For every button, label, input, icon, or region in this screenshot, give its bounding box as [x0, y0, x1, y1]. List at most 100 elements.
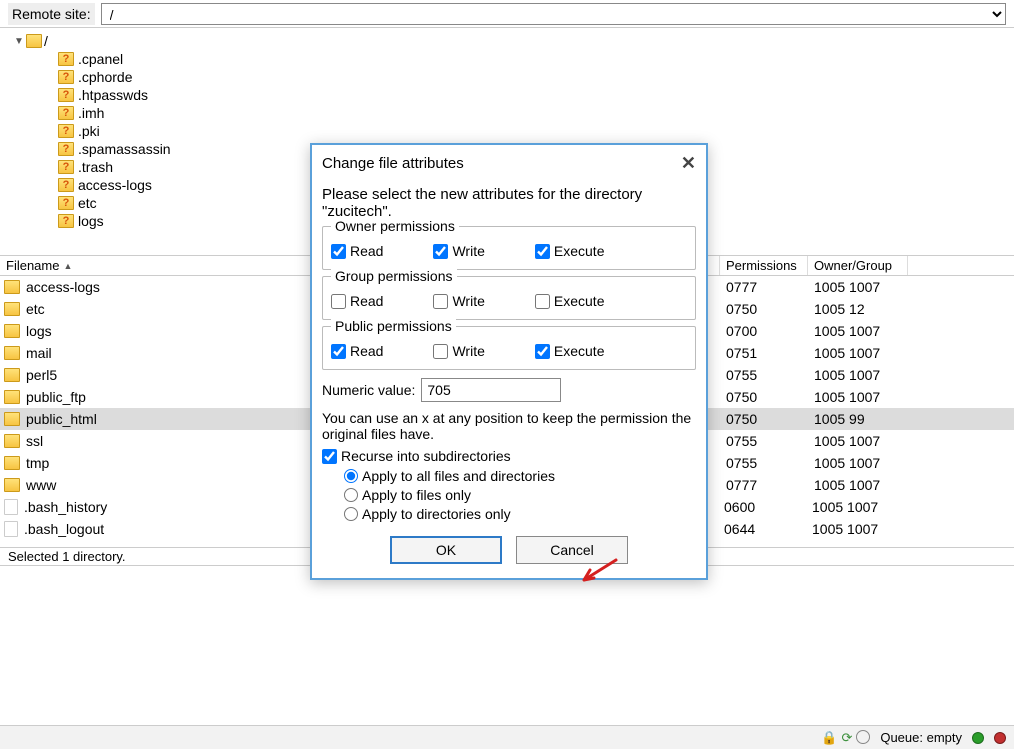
folder-icon: [4, 368, 20, 382]
cell-owner: 1005 1007: [814, 367, 914, 383]
unknown-folder-icon: [58, 142, 74, 156]
change-attributes-dialog: Change file attributes ✕ Please select t…: [310, 143, 708, 580]
dialog-title: Change file attributes: [322, 155, 464, 172]
recurse-checkbox[interactable]: Recurse into subdirectories: [322, 448, 696, 464]
folder-icon: [26, 34, 42, 48]
cell-owner: 1005 1007: [814, 279, 914, 295]
ok-button[interactable]: OK: [390, 536, 502, 564]
owner-execute-checkbox[interactable]: Execute: [535, 243, 605, 259]
file-icon: [4, 499, 18, 515]
unknown-folder-icon: [58, 106, 74, 120]
folder-icon: [4, 456, 20, 470]
owner-read-checkbox[interactable]: Read: [331, 243, 383, 259]
cell-owner: 1005 1007: [814, 345, 914, 361]
file-icon: [4, 521, 18, 537]
expander-icon[interactable]: ▼: [14, 36, 24, 47]
tree-item-label: .htpasswds: [78, 87, 148, 103]
tree-item-label: etc: [78, 195, 97, 211]
numeric-hint: You can use an x at any position to keep…: [322, 410, 696, 442]
cell-owner: 1005 1007: [812, 499, 912, 515]
cell-owner: 1005 1007: [812, 521, 912, 537]
unknown-folder-icon: [58, 88, 74, 102]
sort-asc-icon: ▲: [63, 261, 72, 271]
cell-owner: 1005 1007: [814, 433, 914, 449]
tree-item[interactable]: .imh: [14, 104, 1014, 122]
unknown-folder-icon: [58, 214, 74, 228]
group-write-checkbox[interactable]: Write: [433, 293, 484, 309]
folder-icon: [4, 390, 20, 404]
owner-permissions-group: Owner permissions Read Write Execute: [322, 226, 696, 270]
status-indicator-red: [994, 732, 1006, 744]
unknown-folder-icon: [58, 52, 74, 66]
cell-permissions: 0600: [724, 499, 812, 515]
folder-icon: [4, 412, 20, 426]
unknown-folder-icon: [58, 70, 74, 84]
public-read-checkbox[interactable]: Read: [331, 343, 383, 359]
public-execute-checkbox[interactable]: Execute: [535, 343, 605, 359]
folder-icon: [4, 324, 20, 338]
tree-root[interactable]: ▼ /: [14, 32, 1014, 50]
cell-permissions: 0777: [726, 477, 814, 493]
remote-site-label: Remote site:: [8, 3, 95, 25]
unknown-folder-icon: [58, 178, 74, 192]
cell-owner: 1005 12: [814, 301, 914, 317]
shield-icon: ⟳: [841, 730, 852, 746]
cell-owner: 1005 1007: [814, 477, 914, 493]
cell-permissions: 0755: [726, 433, 814, 449]
cell-permissions: 0700: [726, 323, 814, 339]
cell-permissions: 0755: [726, 455, 814, 471]
column-permissions[interactable]: Permissions: [720, 256, 808, 275]
remote-site-bar: Remote site: /: [0, 0, 1014, 28]
owner-write-checkbox[interactable]: Write: [433, 243, 484, 259]
cell-owner: 1005 1007: [814, 389, 914, 405]
tree-item-label: .imh: [78, 105, 104, 121]
tree-root-label: /: [44, 33, 48, 49]
dialog-intro: Please select the new attributes for the…: [322, 186, 696, 220]
public-write-checkbox[interactable]: Write: [433, 343, 484, 359]
tree-item[interactable]: .cpanel: [14, 50, 1014, 68]
status-bar: 🔒 ⟳ Queue: empty: [0, 725, 1014, 749]
cell-permissions: 0777: [726, 279, 814, 295]
queue-status: Queue: empty: [880, 730, 962, 745]
radio-apply-files[interactable]: Apply to files only: [344, 487, 696, 503]
folder-icon: [4, 280, 20, 294]
column-owner[interactable]: Owner/Group: [808, 256, 908, 275]
cell-permissions: 0751: [726, 345, 814, 361]
unknown-folder-icon: [58, 124, 74, 138]
unknown-folder-icon: [58, 196, 74, 210]
numeric-value-label: Numeric value:: [322, 382, 415, 398]
tree-item-label: access-logs: [78, 177, 152, 193]
numeric-value-input[interactable]: [421, 378, 561, 402]
lock-icon: 🔒: [821, 730, 837, 746]
tree-item-label: .cpanel: [78, 51, 123, 67]
radio-apply-all[interactable]: Apply to all files and directories: [344, 468, 696, 484]
group-read-checkbox[interactable]: Read: [331, 293, 383, 309]
cell-permissions: 0644: [724, 521, 812, 537]
tree-item[interactable]: .cphorde: [14, 68, 1014, 86]
status-indicator-green: [972, 732, 984, 744]
cell-permissions: 0750: [726, 411, 814, 427]
tree-item[interactable]: .pki: [14, 122, 1014, 140]
folder-icon: [4, 478, 20, 492]
tree-item-label: .spamassassin: [78, 141, 171, 157]
unknown-folder-icon: [58, 160, 74, 174]
folder-icon: [4, 302, 20, 316]
cell-owner: 1005 1007: [814, 455, 914, 471]
group-execute-checkbox[interactable]: Execute: [535, 293, 605, 309]
remote-site-combo[interactable]: /: [101, 3, 1006, 25]
tree-item-label: .trash: [78, 159, 113, 175]
close-icon[interactable]: ✕: [681, 153, 696, 174]
public-permissions-group: Public permissions Read Write Execute: [322, 326, 696, 370]
tree-item-label: logs: [78, 213, 104, 229]
cell-owner: 1005 99: [814, 411, 914, 427]
clock-icon: [856, 730, 870, 744]
tree-item-label: .cphorde: [78, 69, 132, 85]
folder-icon: [4, 346, 20, 360]
tree-item[interactable]: .htpasswds: [14, 86, 1014, 104]
folder-icon: [4, 434, 20, 448]
group-permissions-group: Group permissions Read Write Execute: [322, 276, 696, 320]
tree-item-label: .pki: [78, 123, 100, 139]
cancel-button[interactable]: Cancel: [516, 536, 628, 564]
radio-apply-dirs[interactable]: Apply to directories only: [344, 506, 696, 522]
cell-permissions: 0750: [726, 301, 814, 317]
